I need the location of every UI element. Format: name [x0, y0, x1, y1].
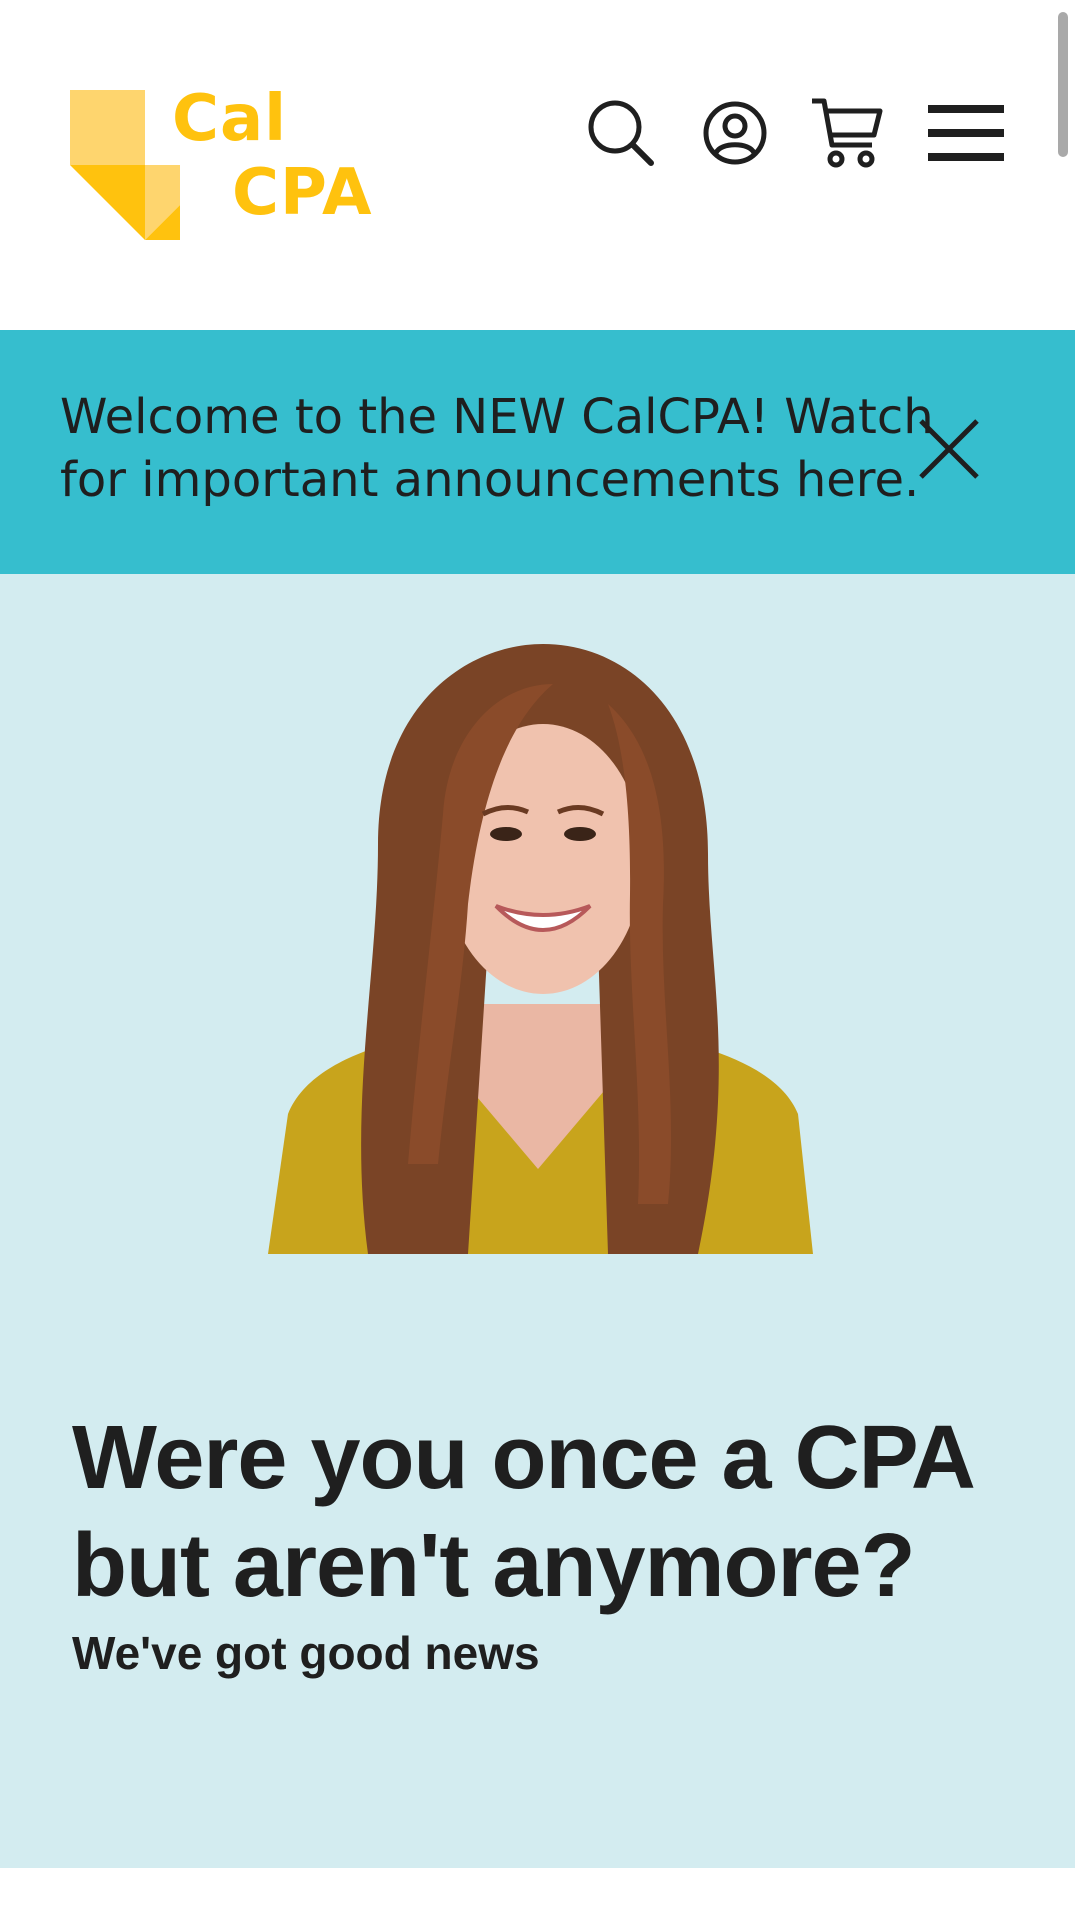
announcement-banner: Welcome to the NEW CalCPA! Watch for imp…	[0, 330, 1075, 574]
hero-section: Were you once a CPA but aren't anymore? …	[0, 574, 1075, 1868]
logo-mark	[70, 90, 180, 240]
page: Cal CPA Welcome to the NEW CalCPA! Watch…	[0, 0, 1080, 1920]
site-header: Cal CPA	[0, 0, 1080, 330]
account-icon	[703, 101, 767, 165]
cart-icon	[812, 98, 883, 168]
calcpa-logo[interactable]: Cal CPA	[70, 85, 390, 245]
hero-subtitle: We've got good news	[72, 1627, 540, 1679]
hero-title: Were you once a CPA but aren't anymore?	[72, 1408, 973, 1617]
scrollbar[interactable]	[1058, 12, 1068, 157]
account-button[interactable]	[697, 95, 773, 171]
search-icon	[588, 100, 654, 166]
hero-portrait-image	[268, 644, 813, 1254]
close-announcement-button[interactable]	[915, 415, 983, 483]
search-button[interactable]	[583, 95, 659, 171]
menu-icon	[928, 105, 1004, 161]
menu-button[interactable]	[928, 95, 1004, 171]
announcement-text: Welcome to the NEW CalCPA! Watch for imp…	[60, 389, 934, 508]
cart-button[interactable]	[808, 95, 884, 171]
logo-text-cal: Cal	[172, 82, 288, 156]
logo-text-cpa: CPA	[232, 156, 373, 230]
close-icon	[919, 419, 979, 479]
